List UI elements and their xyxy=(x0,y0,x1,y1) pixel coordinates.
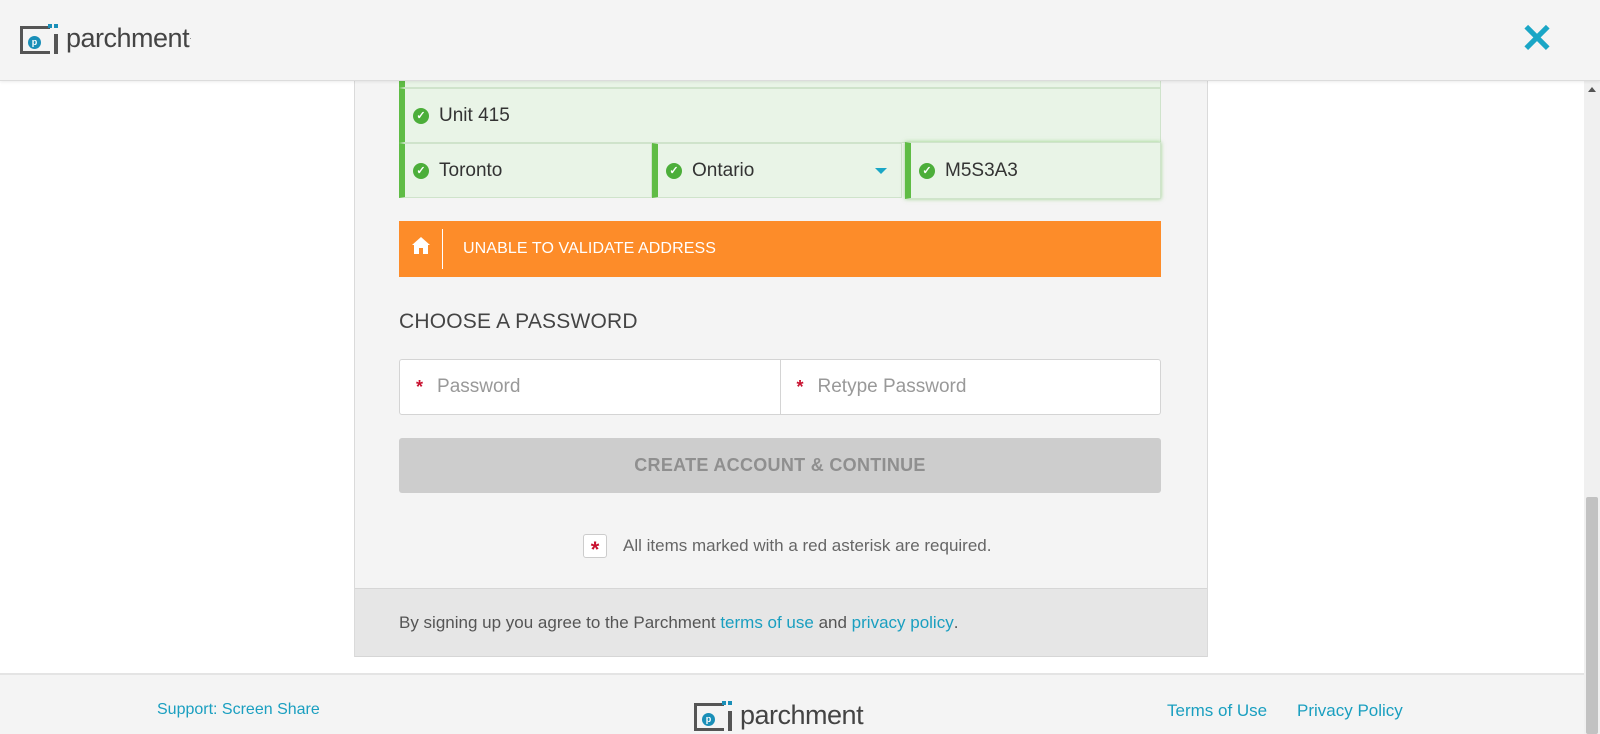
alert-text: UNABLE TO VALIDATE ADDRESS xyxy=(463,240,717,257)
logo-wordmark: parchment xyxy=(66,22,190,53)
vertical-scrollbar[interactable] xyxy=(1584,81,1600,734)
check-icon: ✓ xyxy=(413,107,429,124)
privacy-policy-link[interactable]: privacy policy xyxy=(852,613,954,633)
create-account-button[interactable]: CREATE ACCOUNT & CONTINUE xyxy=(399,438,1161,493)
city-field[interactable]: ✓ Toronto xyxy=(399,143,652,198)
required-note-text: All items marked with a red asterisk are… xyxy=(623,536,992,555)
scroll-up-arrow-icon[interactable] xyxy=(1588,87,1596,92)
terms-footer: By signing up you agree to the Parchment… xyxy=(355,588,1207,657)
chevron-down-icon[interactable] xyxy=(875,168,887,174)
city-value: Toronto xyxy=(439,159,503,181)
address-line2-field[interactable]: ✓ Unit 415 xyxy=(399,88,1161,143)
postal-code-field[interactable]: ✓ M5S3A3 xyxy=(905,142,1161,199)
check-icon: ✓ xyxy=(666,162,682,179)
parchment-logo-icon: p xyxy=(694,699,734,731)
footer-privacy-policy-link[interactable]: Privacy Policy xyxy=(1297,701,1403,721)
password-fields: * * xyxy=(399,359,1161,415)
address-line2-value: Unit 415 xyxy=(439,104,510,126)
top-header: p parchment · ✕ xyxy=(0,0,1600,81)
footer-logo-wordmark: parchment xyxy=(740,699,864,730)
terms-prefix: By signing up you agree to the Parchment xyxy=(399,612,721,632)
password-input[interactable] xyxy=(435,375,740,399)
retype-password-input[interactable] xyxy=(815,375,1120,399)
postal-code-value: M5S3A3 xyxy=(945,159,1018,181)
retype-password-field-wrapper: * xyxy=(779,360,1161,414)
footer-terms-of-use-link[interactable]: Terms of Use xyxy=(1167,701,1267,721)
page-footer: Support: Screen Share p parchment Terms … xyxy=(0,673,1584,734)
footer-parchment-logo[interactable]: p parchment xyxy=(694,699,864,731)
province-value: Ontario xyxy=(692,159,755,181)
terms-of-use-link[interactable]: terms of use xyxy=(720,613,814,633)
close-button[interactable]: ✕ xyxy=(1520,17,1554,61)
terms-suffix: . xyxy=(953,612,959,632)
province-select[interactable]: ✓ Ontario xyxy=(652,143,902,198)
password-field-wrapper: * xyxy=(400,360,780,414)
required-asterisk: * xyxy=(416,376,424,397)
home-icon xyxy=(399,229,443,269)
asterisk-icon: * xyxy=(583,534,607,562)
scrollbar-thumb[interactable] xyxy=(1586,497,1598,734)
required-asterisk: * xyxy=(796,376,804,397)
close-icon: ✕ xyxy=(1520,17,1554,61)
check-icon: ✓ xyxy=(919,162,935,179)
support-screen-share-link[interactable]: Support: Screen Share xyxy=(157,701,320,719)
password-section-title: CHOOSE A PASSWORD xyxy=(399,310,638,333)
parchment-logo[interactable]: p parchment · xyxy=(20,22,192,54)
address-validation-alert: UNABLE TO VALIDATE ADDRESS xyxy=(399,221,1161,277)
signup-card: ✓ Unit 415 ✓ Toronto ✓ Ontario ✓ M5S3A3 … xyxy=(354,60,1208,657)
check-icon: ✓ xyxy=(413,162,429,179)
terms-middle: and xyxy=(813,612,852,632)
parchment-logo-icon: p xyxy=(20,22,60,54)
required-note: * All items marked with a red asterisk a… xyxy=(583,534,992,562)
